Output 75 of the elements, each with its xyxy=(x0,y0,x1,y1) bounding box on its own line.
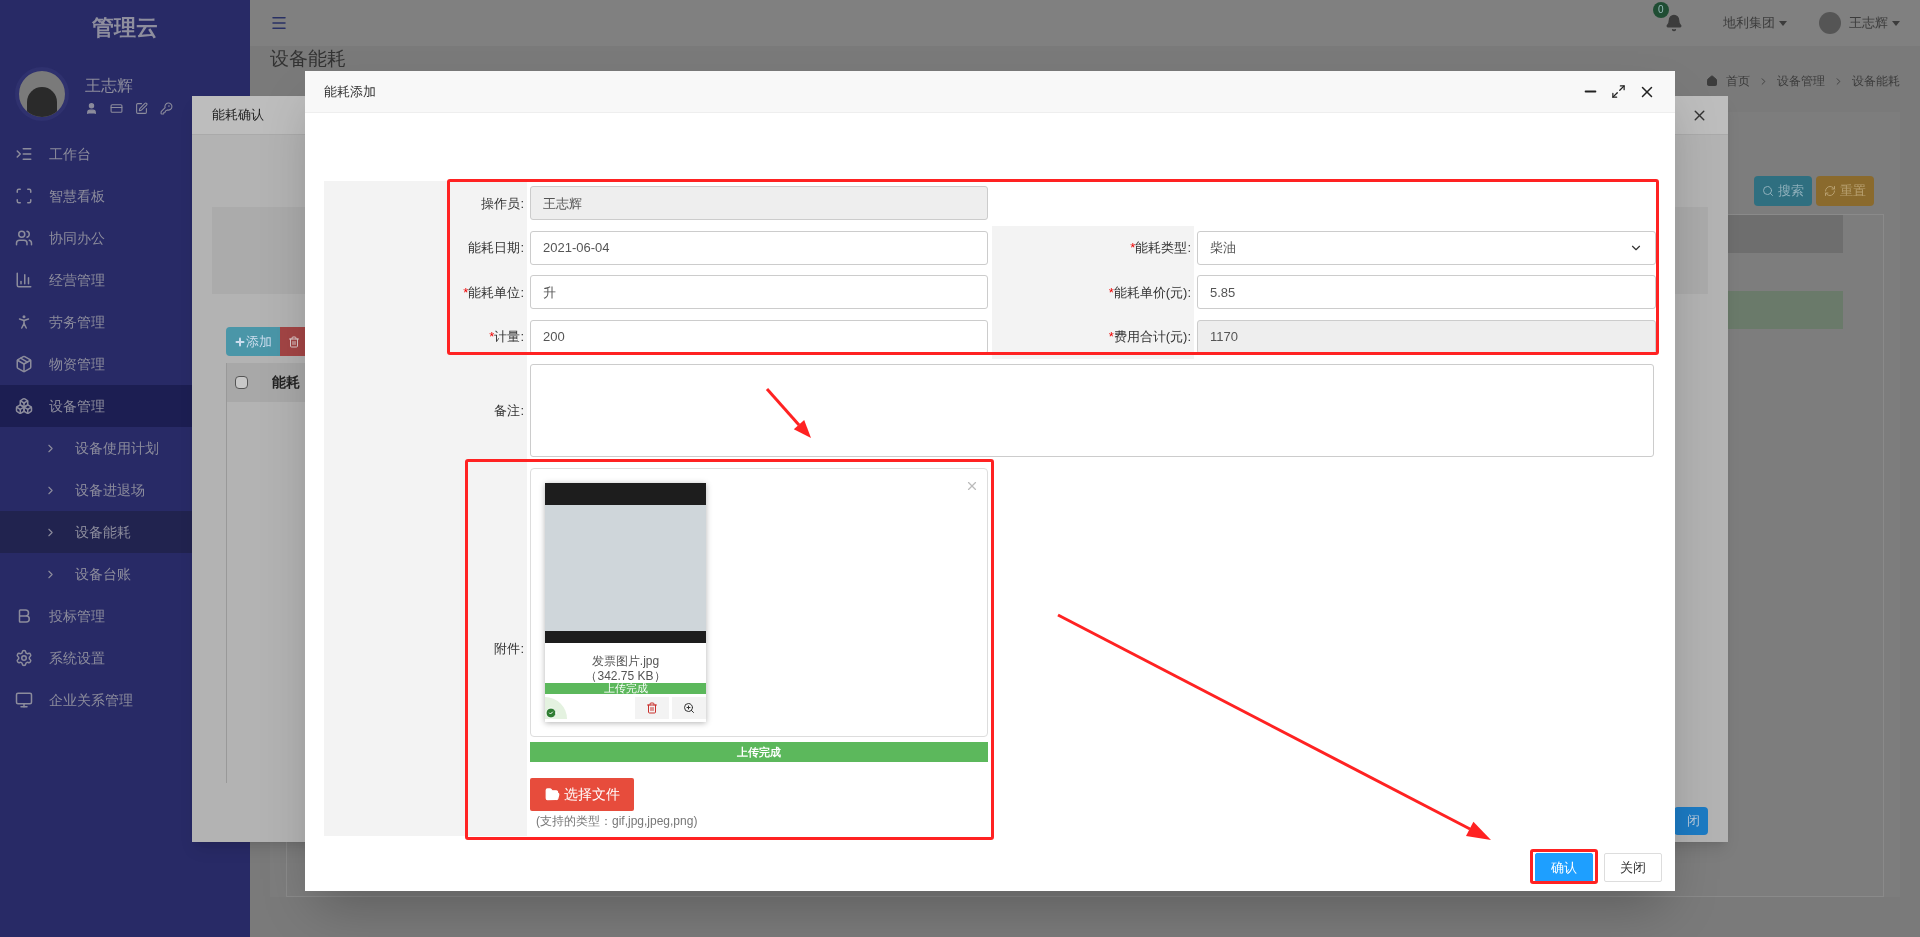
close-button[interactable]: 闭 xyxy=(1674,807,1708,835)
boxes-icon xyxy=(15,397,33,415)
sidebar-subitem[interactable]: 设备进退场 xyxy=(0,469,250,511)
user-icon[interactable] xyxy=(85,101,98,115)
maximize-icon[interactable] xyxy=(1611,84,1626,99)
organization-dropdown[interactable]: 地利集团 xyxy=(1723,13,1787,33)
sidebar-item[interactable]: 投标管理 xyxy=(0,595,250,637)
file-type-hint: (支持的类型：gif,jpg,jpeg,png) xyxy=(536,814,699,828)
input-field[interactable]: 王志辉 xyxy=(530,186,988,221)
sidebar-subitem[interactable]: 设备使用计划 xyxy=(0,427,250,469)
trash-icon xyxy=(288,335,300,348)
sidebar-item[interactable]: 经营管理 xyxy=(0,259,250,301)
search-icon xyxy=(1762,185,1774,197)
key-icon[interactable] xyxy=(160,101,173,115)
upload-status: 上传完成 xyxy=(602,683,649,694)
checkbox[interactable] xyxy=(235,376,248,389)
field-label: *费用合计(元): xyxy=(1108,328,1191,346)
dialog-title: 能耗确认 xyxy=(212,106,264,125)
page-title: 设备能耗 xyxy=(270,48,346,69)
sidebar-item[interactable]: 系统设置 xyxy=(0,637,250,679)
field-label: *能耗单价(元): xyxy=(1108,283,1191,302)
monitor-icon xyxy=(15,691,33,709)
field-label: *计量: xyxy=(489,328,524,346)
trash-icon xyxy=(646,702,658,714)
confirm-button[interactable]: 确认 xyxy=(1535,853,1593,882)
annotation-arrow xyxy=(765,388,811,438)
sidebar-item[interactable]: 智慧看板 xyxy=(0,175,250,217)
field-label: 操作员: xyxy=(481,194,524,213)
progress-label: 上传完成 xyxy=(736,745,782,760)
field-label: 附件: xyxy=(494,640,524,659)
notification-badge: 0 xyxy=(1653,2,1669,18)
home-icon xyxy=(1706,75,1718,87)
box-icon xyxy=(15,355,33,373)
file-size: （342.75 KB） xyxy=(584,669,667,683)
bell-icon[interactable] xyxy=(1665,14,1683,32)
id-card-icon[interactable] xyxy=(110,101,123,115)
sidebar-item[interactable]: 企业关系管理 xyxy=(0,679,250,721)
choose-file-button[interactable]: 选择文件 xyxy=(530,778,634,811)
input-field[interactable]: 1170 xyxy=(1197,319,1656,354)
field-label: 备注: xyxy=(494,401,524,420)
scan-frame-icon xyxy=(15,187,33,205)
caret-icon xyxy=(1892,20,1900,26)
zoom-button[interactable] xyxy=(672,697,706,719)
breadcrumb-link[interactable]: 设备能耗 xyxy=(1852,72,1900,90)
highlight-frame xyxy=(1530,849,1598,884)
sidebar-subitem[interactable]: 设备台账 xyxy=(0,553,250,595)
menu-icon[interactable] xyxy=(270,14,288,32)
list-indent-icon xyxy=(15,145,33,163)
sidebar-item[interactable]: 工作台 xyxy=(0,133,250,175)
bar-chart-icon xyxy=(15,271,33,289)
avatar xyxy=(1819,12,1841,34)
delete-button[interactable] xyxy=(635,697,669,719)
caret-icon xyxy=(1779,20,1787,26)
zoom-in-icon xyxy=(683,702,695,714)
folder-icon xyxy=(544,787,560,802)
input-field[interactable]: 2021-06-04 xyxy=(530,230,988,265)
plus-icon xyxy=(234,335,246,348)
settings-icon xyxy=(15,649,33,667)
user-dropdown[interactable]: 王志辉 xyxy=(1849,13,1900,33)
refresh-icon xyxy=(1824,185,1836,197)
app-title: 管理云 xyxy=(91,14,159,42)
edit-icon[interactable] xyxy=(135,101,148,115)
field-label: *能耗类型: xyxy=(1130,239,1191,257)
dialog-title: 能耗添加 xyxy=(324,82,376,101)
input-field[interactable]: 升 xyxy=(530,275,988,310)
file-name: 发票图片.jpg xyxy=(590,653,661,669)
field-label: 能耗日期: xyxy=(468,239,524,257)
close-button[interactable]: 关闭 xyxy=(1604,853,1662,882)
sidebar-item[interactable]: 协同办公 xyxy=(0,217,250,259)
breadcrumb-link[interactable]: 首页 xyxy=(1726,72,1750,90)
user-name: 王志辉 xyxy=(85,75,134,96)
add-button[interactable]: 添加 xyxy=(226,327,280,356)
search-button[interactable]: 搜索 xyxy=(1754,176,1812,206)
field-label: *能耗单位: xyxy=(463,283,524,302)
users-icon xyxy=(15,229,33,247)
